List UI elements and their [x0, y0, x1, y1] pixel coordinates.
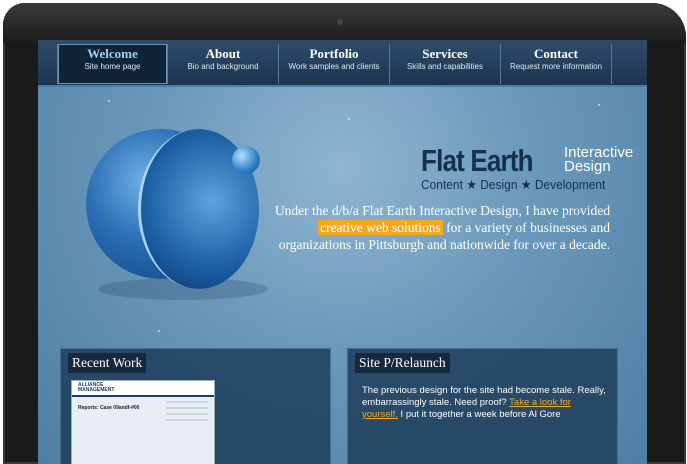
intro-text: Under the d/b/a Flat Earth Interactive D…: [274, 202, 610, 253]
thumbnail-header: ALLIANCE MANAGEMENT: [72, 381, 214, 397]
sparkle: [598, 104, 600, 106]
nav-title: Services: [422, 46, 468, 61]
nav-subtitle: Bio and background: [187, 62, 259, 71]
brand-subtitle: Interactive Design: [564, 145, 633, 175]
nav-item-portfolio[interactable]: Portfolio Work samples and clients: [279, 44, 390, 84]
nav-title: About: [205, 46, 241, 61]
brand-name: Flat Earth: [421, 143, 534, 178]
thumbnail-logo: ALLIANCE MANAGEMENT: [78, 383, 114, 393]
nav-item-contact[interactable]: Contact Request more information: [501, 44, 612, 84]
nav-title: Welcome: [87, 46, 138, 61]
nav-subtitle: Site home page: [84, 62, 141, 71]
camera-icon: [337, 19, 343, 25]
nav-title: Contact: [533, 46, 579, 61]
nav-subtitle: Work samples and clients: [288, 62, 380, 71]
recent-work-panel: Recent Work ALLIANCE MANAGEMENT Reports:…: [60, 348, 331, 464]
nav-item-about[interactable]: About Bio and background: [168, 44, 279, 84]
brand-logo: Flat Earth Interactive Design Content ★ …: [421, 143, 641, 193]
nav-subtitle: Request more information: [509, 62, 603, 71]
thumbnail-lines: [166, 401, 208, 425]
sparkle: [348, 118, 350, 120]
intro-before: Under the d/b/a Flat Earth Interactive D…: [274, 203, 610, 218]
brand-sub-line2: Design: [564, 158, 611, 175]
sparkle: [108, 100, 110, 102]
brand-tagline: Content ★ Design ★ Development: [421, 177, 606, 192]
portfolio-thumbnail[interactable]: ALLIANCE MANAGEMENT Reports: Case 09andf…: [71, 380, 215, 464]
nav-title: Portfolio: [309, 46, 359, 61]
panel-title: Recent Work: [68, 353, 147, 373]
relaunch-panel: Site P/Relaunch The previous design for …: [347, 348, 618, 464]
nav-item-welcome[interactable]: Welcome Site home page: [57, 44, 168, 84]
main-nav: Welcome Site home page About Bio and bac…: [38, 40, 647, 87]
intro-highlight: creative web solutions: [318, 220, 443, 235]
panel-title: Site P/Relaunch: [355, 353, 450, 373]
relaunch-text-after: I put it together a week before Al Gore: [400, 409, 561, 420]
small-sphere-icon: [232, 146, 260, 174]
sparkle: [158, 330, 160, 332]
nav-subtitle: Skills and capabilities: [406, 62, 484, 71]
website-screen: Welcome Site home page About Bio and bac…: [38, 40, 647, 464]
relaunch-text: The previous design for the site had bec…: [362, 385, 606, 421]
thumbnail-logo-line2: MANAGEMENT: [78, 387, 115, 393]
nav-item-services[interactable]: Services Skills and capabilities: [390, 44, 501, 84]
thumbnail-heading: Reports: Case 09andf-#00: [78, 405, 140, 411]
